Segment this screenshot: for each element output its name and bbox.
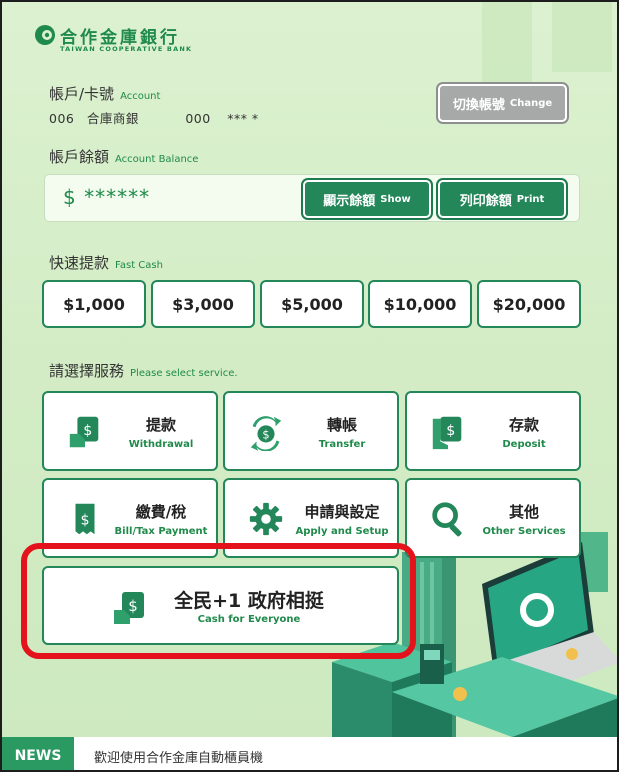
print-balance-button[interactable]: 列印餘額 Print: [438, 180, 566, 218]
fast-cash-label: 快速提款 Fast Cash: [49, 254, 163, 272]
mini-atm: [420, 644, 444, 684]
svg-text:$: $: [446, 423, 455, 439]
show-balance-button[interactable]: 顯示餘額 Show: [303, 180, 431, 218]
gear-icon: [249, 502, 283, 536]
cooperative-bank-logo-icon: [35, 25, 55, 45]
balance-box: $ ****** 顯示餘額 Show 列印餘額 Print: [44, 174, 580, 222]
balance-label: 帳戶餘額 Account Balance: [49, 148, 199, 166]
transfer-button[interactable]: $ 轉帳 Transfer: [223, 391, 399, 471]
bill-tax-payment-button[interactable]: $ 繳費/稅 Bill/Tax Payment: [42, 478, 218, 558]
news-tag: NEWS: [2, 737, 74, 770]
withdrawal-button[interactable]: $ 提款 Withdrawal: [42, 391, 218, 471]
fast-cash-1000-button[interactable]: $1,000: [42, 280, 146, 328]
cash-deposit-icon: $: [432, 416, 462, 450]
bank-short-name: 合庫商銀: [86, 111, 139, 126]
cash-withdrawal-icon: $: [69, 416, 99, 448]
receipt-icon: $: [75, 503, 95, 535]
change-account-button[interactable]: 切換帳號 Change: [438, 84, 567, 122]
fast-cash-20000-button[interactable]: $20,000: [477, 280, 581, 328]
bank-name-en: TAIWAN COOPERATIVE BANK: [60, 45, 193, 53]
other-services-button[interactable]: 其他 Other Services: [405, 478, 581, 558]
svg-text:$: $: [262, 428, 269, 442]
fast-cash-5000-button[interactable]: $5,000: [260, 280, 364, 328]
transfer-arrows-icon: $: [250, 416, 282, 451]
svg-text:$: $: [80, 513, 89, 529]
cash-for-everyone-button[interactable]: $ 全民+1 政府相挺 Cash for Everyone: [42, 566, 399, 645]
svg-text:$: $: [128, 597, 138, 615]
account-prefix: 000: [185, 111, 211, 126]
fast-cash-3000-button[interactable]: $3,000: [151, 280, 255, 328]
magnifier-icon: [432, 502, 462, 537]
deposit-button[interactable]: $ 存款 Deposit: [405, 391, 581, 471]
masked-balance: $ ******: [63, 185, 151, 209]
bank-logo: 合作金庫銀行 TAIWAN COOPERATIVE BANK: [34, 20, 204, 60]
fast-cash-10000-button[interactable]: $10,000: [368, 280, 472, 328]
account-number: 006 合庫商銀 000 *** *: [49, 108, 259, 127]
cash-hand-icon: $: [114, 592, 144, 624]
news-ticker-text: 歡迎使用合作金庫自動櫃員機: [94, 751, 264, 766]
service-label: 請選擇服務 Please select service.: [49, 362, 238, 380]
apply-and-setup-button[interactable]: 申請與設定 Apply and Setup: [223, 478, 399, 558]
bank-code: 006: [49, 111, 75, 126]
news-bar: NEWS 歡迎使用合作金庫自動櫃員機: [2, 737, 617, 770]
atm-screen: 合作金庫銀行 TAIWAN COOPERATIVE BANK 帳戶/卡號 Acco…: [0, 0, 619, 772]
svg-text:$: $: [83, 423, 92, 439]
account-masked: *** *: [227, 111, 259, 126]
account-label: 帳戶/卡號 Account: [49, 85, 161, 103]
